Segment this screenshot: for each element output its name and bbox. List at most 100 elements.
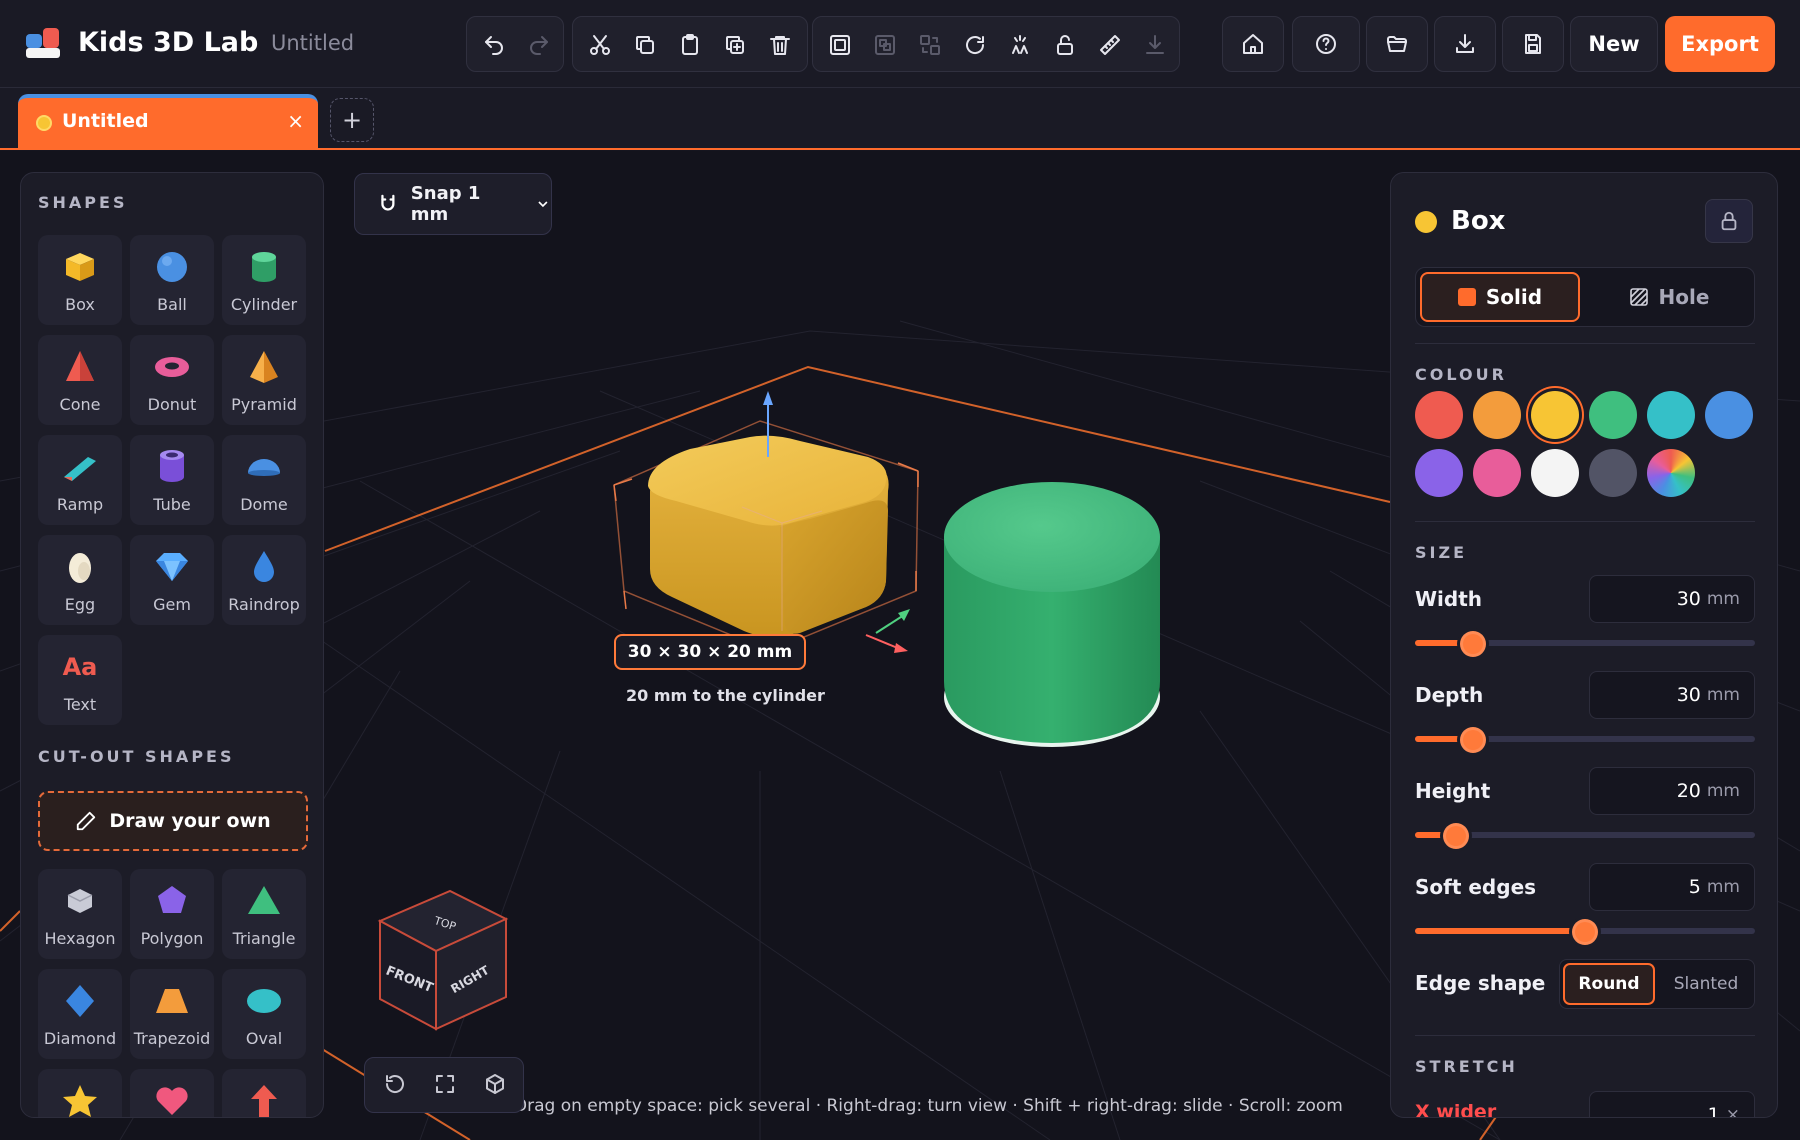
cutout-diamond[interactable]: Diamond <box>38 969 122 1059</box>
document-name[interactable]: Untitled <box>271 31 354 55</box>
tube-icon <box>160 450 184 482</box>
help-button[interactable] <box>1292 16 1360 72</box>
top-bar: Kids 3D Lab Untitled New Export <box>0 0 1800 88</box>
drop-icon[interactable] <box>1132 17 1177 73</box>
colour-swatch[interactable] <box>1705 391 1753 439</box>
colour-swatch[interactable] <box>1589 391 1637 439</box>
slider-handle[interactable] <box>1459 727 1486 753</box>
stretch-x-input[interactable]: 1 × <box>1589 1091 1755 1117</box>
slider-handle[interactable] <box>1459 631 1486 657</box>
app-logo-icon <box>26 28 60 58</box>
colour-swatch[interactable] <box>1589 449 1637 497</box>
divider <box>1415 1035 1755 1036</box>
shape-gem[interactable]: Gem <box>130 535 214 625</box>
align-icon[interactable] <box>907 17 952 73</box>
arrange-toolbar <box>812 16 1180 72</box>
shape-donut[interactable]: Donut <box>130 335 214 425</box>
colour-swatch[interactable] <box>1473 449 1521 497</box>
flip-icon[interactable] <box>997 17 1042 73</box>
copy-icon[interactable] <box>622 17 667 73</box>
cylinder-icon <box>252 252 276 282</box>
solid-swatch-icon <box>1457 288 1476 306</box>
redo-icon[interactable] <box>516 17 561 73</box>
clipboard-toolbar <box>572 16 808 72</box>
open-button[interactable] <box>1366 16 1428 72</box>
shape-raindrop[interactable]: Raindrop <box>222 535 306 625</box>
cutout-heart[interactable] <box>130 1069 214 1117</box>
import-button[interactable] <box>1434 16 1496 72</box>
cutout-trapezoid[interactable]: Trapezoid <box>130 969 214 1059</box>
box-object[interactable] <box>648 435 889 638</box>
fit-view-icon[interactable] <box>433 1072 461 1100</box>
slider-handle[interactable] <box>1442 823 1469 849</box>
colour-swatch[interactable] <box>1473 391 1521 439</box>
duplicate-icon[interactable] <box>712 17 757 73</box>
colour-swatch[interactable] <box>1531 449 1579 497</box>
cutout-hexagon[interactable]: Hexagon <box>38 869 122 959</box>
arrow-icon <box>251 1085 277 1117</box>
undo-icon[interactable] <box>471 17 516 73</box>
cutout-shapes-title: CUT-OUT SHAPES <box>38 747 235 766</box>
add-tab-button[interactable]: + <box>330 98 374 142</box>
shapes-title: SHAPES <box>38 193 128 212</box>
save-button[interactable] <box>1502 16 1564 72</box>
depth-slider[interactable] <box>1415 727 1755 753</box>
height-input[interactable]: 20 mm <box>1589 767 1755 815</box>
home-button[interactable] <box>1222 16 1284 72</box>
slider-handle[interactable] <box>1572 919 1598 945</box>
cut-icon[interactable] <box>577 17 622 73</box>
shape-cylinder[interactable]: Cylinder <box>222 235 306 325</box>
hole-option[interactable]: Hole <box>1588 272 1750 322</box>
paste-icon[interactable] <box>667 17 712 73</box>
snap-dropdown[interactable]: Snap 1 mm <box>354 173 552 235</box>
delete-icon[interactable] <box>757 17 802 73</box>
shape-egg[interactable]: Egg <box>38 535 122 625</box>
home-icon <box>1243 34 1263 54</box>
colour-swatch[interactable] <box>1531 391 1579 439</box>
colour-swatch[interactable] <box>1415 449 1463 497</box>
export-button[interactable]: Export <box>1665 16 1775 72</box>
colour-swatch[interactable] <box>1647 449 1695 497</box>
width-slider[interactable] <box>1415 631 1755 657</box>
draw-your-own-button[interactable]: Draw your own <box>38 791 308 851</box>
shape-box[interactable]: Box <box>38 235 122 325</box>
shape-dome[interactable]: Dome <box>222 435 306 525</box>
colour-swatch[interactable] <box>1415 391 1463 439</box>
edge-slanted-option[interactable]: Slanted <box>1660 963 1752 1005</box>
cutout-star[interactable] <box>38 1069 122 1117</box>
rotate-icon[interactable] <box>952 17 997 73</box>
view-cube[interactable]: TOP FRONT RIGHT <box>377 889 509 1031</box>
pyramid-icon <box>250 351 278 383</box>
edge-round-option[interactable]: Round <box>1563 963 1655 1005</box>
shape-ramp[interactable]: Ramp <box>38 435 122 525</box>
cutout-oval[interactable]: Oval <box>222 969 306 1059</box>
cylinder-object[interactable] <box>944 482 1160 747</box>
tab-untitled[interactable]: Untitled × <box>18 94 318 150</box>
heart-icon <box>156 1087 188 1115</box>
shape-pyramid[interactable]: Pyramid <box>222 335 306 425</box>
perspective-icon[interactable] <box>483 1072 511 1100</box>
depth-input[interactable]: 30 mm <box>1589 671 1755 719</box>
solid-hole-toggle: Solid Hole <box>1415 267 1755 327</box>
reset-view-icon[interactable] <box>383 1072 411 1100</box>
new-button[interactable]: New <box>1570 16 1658 72</box>
soft-edges-input[interactable]: 5 mm <box>1589 863 1755 911</box>
height-slider[interactable] <box>1415 823 1755 849</box>
cutout-polygon[interactable]: Polygon <box>130 869 214 959</box>
ungroup-icon[interactable] <box>862 17 907 73</box>
width-input[interactable]: 30 mm <box>1589 575 1755 623</box>
unlock-icon[interactable] <box>1042 17 1087 73</box>
cutout-triangle[interactable]: Triangle <box>222 869 306 959</box>
shape-cone[interactable]: Cone <box>38 335 122 425</box>
lock-button[interactable] <box>1705 199 1753 243</box>
shape-text[interactable]: Aa Text <box>38 635 122 725</box>
colour-swatch[interactable] <box>1647 391 1695 439</box>
group-icon[interactable] <box>817 17 862 73</box>
solid-option[interactable]: Solid <box>1420 272 1580 322</box>
close-icon[interactable]: × <box>287 109 304 133</box>
shape-ball[interactable]: Ball <box>130 235 214 325</box>
cutout-arrow[interactable] <box>222 1069 306 1117</box>
shape-tube[interactable]: Tube <box>130 435 214 525</box>
soft-edges-slider[interactable] <box>1415 919 1755 945</box>
measure-icon[interactable] <box>1087 17 1132 73</box>
